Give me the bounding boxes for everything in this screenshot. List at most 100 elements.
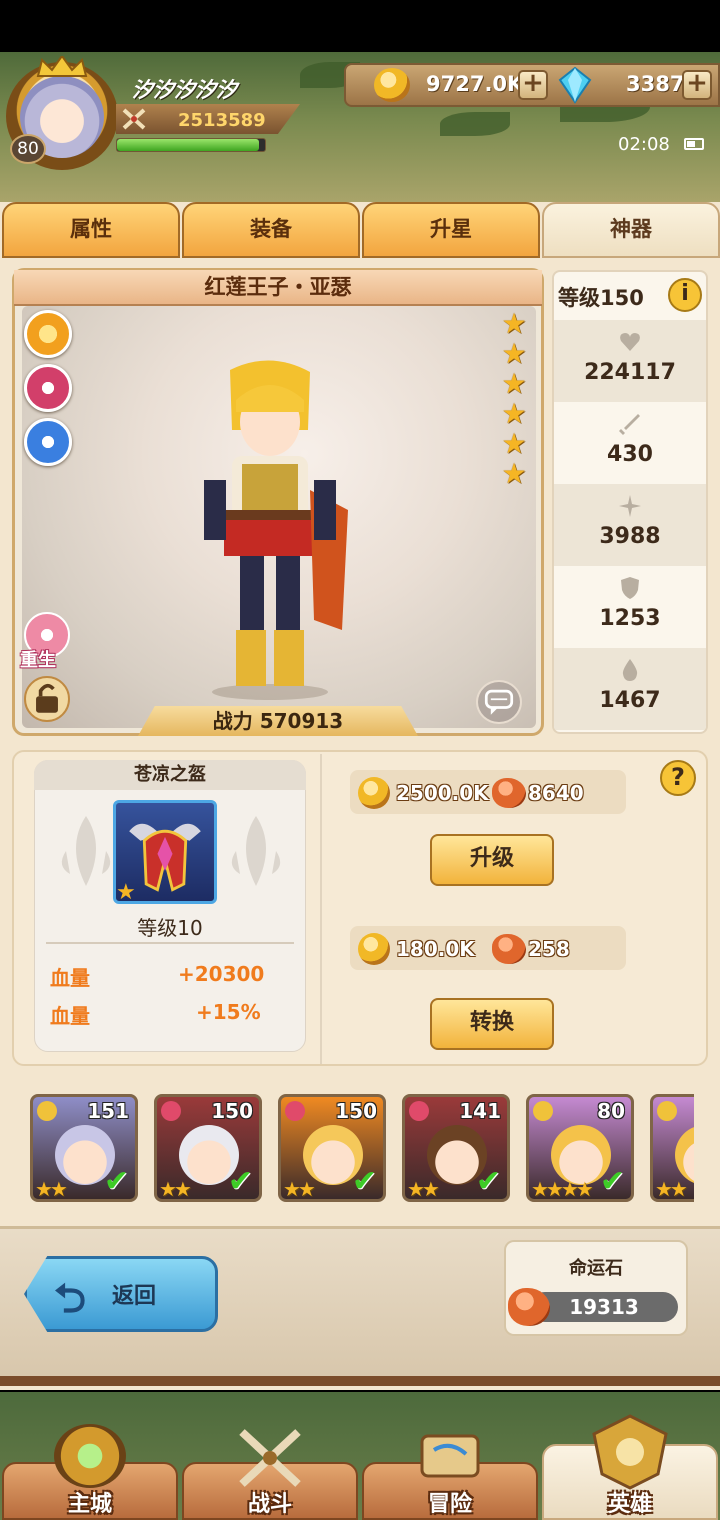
add-gold-button[interactable]: + (518, 70, 548, 100)
leaf-decoration (440, 112, 510, 136)
chat-icon[interactable] (476, 680, 522, 724)
player-level-badge: 80 (10, 134, 46, 164)
unlock-icon[interactable] (24, 676, 70, 722)
convert-stone-cost: 258 (528, 937, 570, 961)
back-arrow-icon: ⮌ (54, 1276, 87, 1322)
back-label[interactable]: 返回 (112, 1278, 156, 1310)
skill-sword-icon[interactable] (24, 310, 72, 358)
fate-stone-icon (492, 934, 526, 964)
hero-stars: ★★ (159, 1177, 192, 1201)
roster-hero-card[interactable]: 150 ★★ ✔ (278, 1094, 386, 1202)
tab-attributes[interactable]: 属性 (2, 202, 180, 258)
tab-artifact[interactable]: 神器 (542, 202, 720, 258)
artifact-name: 苍凉之盔 (34, 760, 306, 790)
stat-magic-row: 1467 (554, 648, 706, 730)
nav-battle-label[interactable]: 战斗 (182, 1486, 358, 1518)
battery-level (687, 141, 695, 147)
droplet-icon (622, 659, 638, 681)
convert-button[interactable]: 转换 (430, 998, 554, 1050)
artifact-level: 等级10 (137, 916, 203, 940)
nav-main-city-label[interactable]: 主城 (2, 1486, 178, 1518)
convert-cost-bar (350, 926, 626, 970)
fate-stone-amount: 19313 (569, 1295, 639, 1319)
artifact-attr-value: +20300 (178, 962, 265, 986)
nav-heroes-label[interactable]: 英雄 (542, 1486, 718, 1518)
player-power: 2513589 (178, 110, 266, 131)
hero-star-icon: ★ (501, 397, 527, 430)
shuriken-icon (619, 495, 641, 517)
upgrade-gold-cost: 2500.0K (396, 781, 489, 805)
stat-magic-value: 1467 (599, 688, 661, 713)
stat-attack-row: 430 (554, 402, 706, 484)
artifact-star-icon: ★ (116, 880, 136, 905)
divider (46, 942, 294, 944)
nav-adventure-label[interactable]: 冒险 (362, 1486, 538, 1518)
roster-hero-card[interactable]: 151 ★★ ✔ (30, 1094, 138, 1202)
tab-star-up[interactable]: 升星 (362, 202, 540, 258)
crossed-swords-icon[interactable] (234, 1426, 306, 1490)
hero-class-badge-icon (533, 1101, 553, 1121)
hero-character (204, 360, 348, 700)
artifact-attr-value: +15% (196, 1000, 261, 1024)
hero-class-badge-icon (409, 1101, 429, 1121)
gold-coin-icon (374, 68, 410, 102)
roster-hero-card[interactable]: 80 ★★★★ ✔ (526, 1094, 634, 1202)
upgrade-stone-cost: 8640 (528, 781, 584, 805)
hero-level: 150 (211, 1099, 253, 1123)
checkmark-icon: ✔ (351, 1164, 377, 1199)
hero-star-icon: ★ (501, 337, 527, 370)
hero-level: 151 (87, 1099, 129, 1123)
hero-stars: ★★ (283, 1177, 316, 1201)
hero-stars: ★★★★ (531, 1177, 594, 1201)
gold-coin-icon (358, 933, 390, 965)
stat-speed-value: 3988 (599, 524, 661, 549)
crown-icon (36, 56, 88, 77)
hero-class-badge-icon (37, 1101, 57, 1121)
skill-crown-icon[interactable] (24, 364, 72, 412)
hero-star-icon: ★ (501, 457, 527, 490)
tab-equipment[interactable]: 装备 (182, 202, 360, 258)
gem-amount: 3387 (626, 72, 685, 96)
crossed-swords-icon (122, 108, 146, 130)
shield-icon (621, 577, 639, 599)
stat-defense-value: 1253 (599, 606, 661, 631)
hero-battle-power: 战力 570913 (138, 706, 418, 736)
add-gems-button[interactable]: + (682, 70, 712, 100)
roster-hero-card[interactable]: ★★ (650, 1094, 694, 1202)
checkmark-icon: ✔ (227, 1164, 253, 1199)
hero-portrait (675, 1125, 694, 1185)
hero-crest-icon[interactable] (586, 1412, 674, 1492)
player-hp-fill (117, 139, 259, 151)
scroll-map-icon[interactable] (412, 1422, 488, 1490)
diamond-icon (558, 66, 592, 104)
hero-star-icon: ★ (501, 427, 527, 460)
hero-class-badge-icon (285, 1101, 305, 1121)
hero-star-icon: ★ (501, 367, 527, 400)
info-button[interactable]: i (668, 278, 702, 312)
hero-class-badge-icon (657, 1101, 677, 1121)
roster-hero-card[interactable]: 150 ★★ ✔ (154, 1094, 262, 1202)
hero-roster: 151 ★★ ✔ 150 ★★ ✔ 150 ★★ ✔ 141 ★★ ✔ 80 ★★★★ ✔ ★★ (26, 1090, 694, 1206)
upgrade-button[interactable]: 升级 (430, 834, 554, 886)
convert-gold-cost: 180.0K (396, 937, 475, 961)
rebirth-label[interactable]: 重生 (20, 646, 56, 672)
help-button[interactable]: ? (660, 760, 696, 796)
clock: 02:08 (618, 134, 670, 155)
fate-stone-title: 命运石 (569, 1258, 623, 1279)
stat-attack-value: 430 (607, 442, 653, 467)
hero-stars: ★★ (35, 1177, 68, 1201)
hero-level: 等级150 (558, 286, 644, 310)
checkmark-icon: ✔ (103, 1164, 129, 1199)
heart-icon (620, 333, 640, 351)
roster-hero-card[interactable]: 141 ★★ ✔ (402, 1094, 510, 1202)
status-bar (0, 0, 720, 52)
castle-icon[interactable] (54, 1424, 126, 1488)
stat-hp-value: 224117 (584, 360, 676, 385)
stat-speed-row: 3988 (554, 484, 706, 566)
hero-level: 141 (459, 1099, 501, 1123)
skill-dash-icon[interactable] (24, 418, 72, 466)
sword-icon (619, 414, 640, 435)
panel-divider (320, 754, 322, 1064)
player-name: 汐汐汐汐汐 (132, 78, 237, 102)
hero-stars: ★★ (655, 1177, 688, 1201)
